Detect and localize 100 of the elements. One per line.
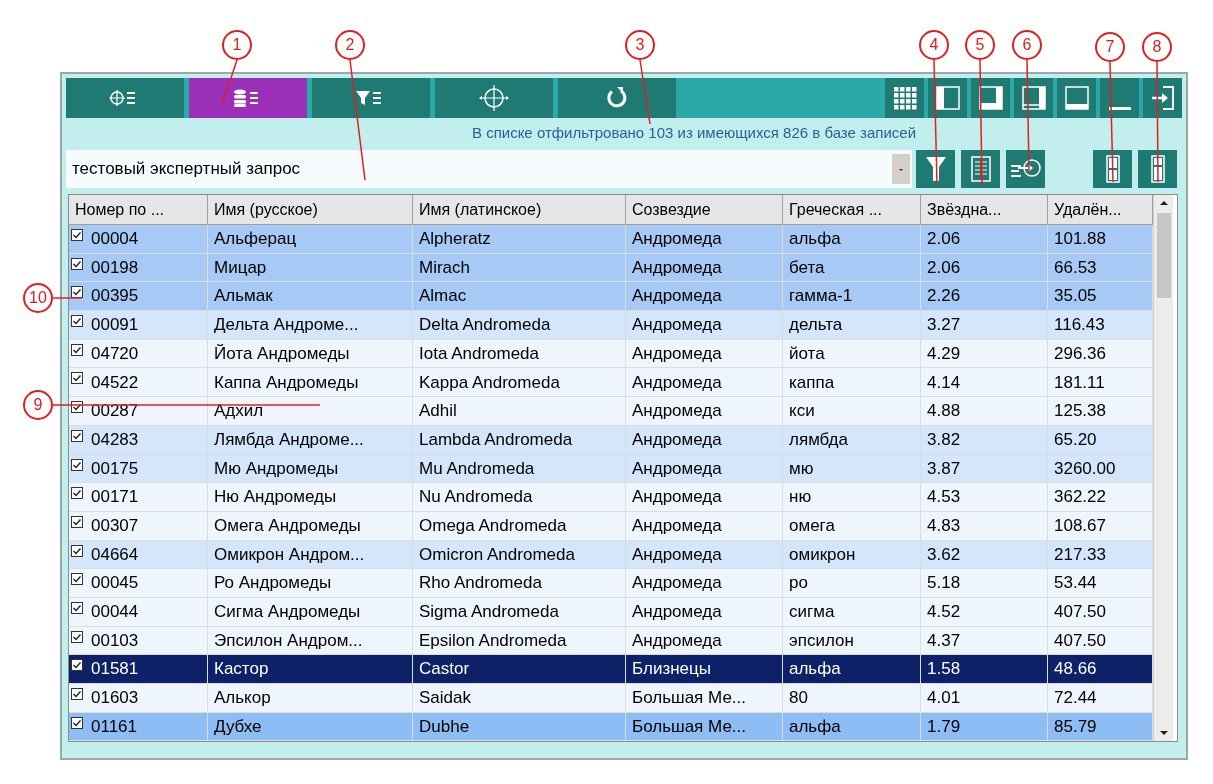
table-cell: Saidak bbox=[413, 684, 626, 713]
table-cell: Андромеда bbox=[626, 253, 783, 283]
table-cell: 4.83 bbox=[921, 511, 1048, 541]
table-cell: 00004 bbox=[69, 225, 208, 254]
table-cell: Андромеда bbox=[626, 368, 783, 398]
table-cell: Андромеда bbox=[626, 311, 783, 340]
table-cell: Альферац bbox=[208, 225, 413, 254]
checkbox[interactable] bbox=[71, 487, 83, 500]
grid-icon bbox=[892, 86, 917, 110]
checkbox[interactable] bbox=[71, 257, 83, 270]
view-button[interactable] bbox=[928, 78, 967, 118]
checkbox[interactable] bbox=[71, 515, 83, 528]
checkbox[interactable] bbox=[71, 401, 83, 414]
checkbox[interactable] bbox=[71, 343, 83, 356]
toolbar-tab[interactable] bbox=[66, 78, 184, 118]
table-cell: 3.87 bbox=[921, 454, 1048, 484]
table-cell: омикрон bbox=[783, 540, 921, 570]
table-cell: 2.06 bbox=[921, 253, 1048, 283]
toolbar-tab[interactable] bbox=[189, 78, 307, 118]
scrollbar[interactable] bbox=[1153, 195, 1173, 742]
tool-button[interactable] bbox=[1093, 150, 1132, 188]
tool-button[interactable] bbox=[961, 150, 1000, 188]
table-cell: 04720 bbox=[69, 339, 208, 369]
table-cell: 01161 bbox=[69, 712, 208, 742]
table-cell: 00287 bbox=[69, 397, 208, 426]
table-cell: Омега Андромеды bbox=[208, 511, 413, 541]
table-cell: 04522 bbox=[69, 368, 208, 398]
table-cell: 3260.00 bbox=[1048, 454, 1153, 484]
checkbox[interactable] bbox=[71, 544, 83, 557]
table-cell: 101.88 bbox=[1048, 225, 1153, 254]
toolbar-tab[interactable] bbox=[435, 78, 553, 118]
callout-marker: 6 bbox=[1012, 30, 1042, 60]
table-cell: 53.44 bbox=[1048, 569, 1153, 598]
table-cell: лямбда bbox=[783, 425, 921, 455]
column-header[interactable]: Греческая ... bbox=[783, 195, 921, 224]
table-cell: 00045 bbox=[69, 569, 208, 598]
leader-line bbox=[52, 297, 83, 299]
leader-line bbox=[221, 59, 238, 106]
checkbox[interactable] bbox=[71, 630, 83, 643]
table-cell: Kappa Andromeda bbox=[413, 368, 626, 398]
table-cell: дельта bbox=[783, 311, 921, 340]
table-cell: 296.36 bbox=[1048, 339, 1153, 369]
checkbox[interactable] bbox=[71, 315, 83, 328]
checkbox[interactable] bbox=[71, 429, 83, 442]
table-cell: 65.20 bbox=[1048, 425, 1153, 455]
checkbox[interactable] bbox=[71, 372, 83, 385]
checkbox[interactable] bbox=[71, 229, 83, 241]
view-button[interactable] bbox=[971, 78, 1010, 118]
table-cell: Андромеда bbox=[626, 483, 783, 512]
table-cell: Андромеда bbox=[626, 339, 783, 369]
view-button[interactable] bbox=[1100, 78, 1139, 118]
checkbox[interactable] bbox=[71, 688, 83, 700]
table-cell: омега bbox=[783, 511, 921, 541]
list-icon bbox=[969, 156, 992, 182]
table-cell: Dubhe bbox=[413, 712, 626, 742]
column-header[interactable]: Звёздна... bbox=[921, 195, 1048, 224]
table-cell: йота bbox=[783, 339, 921, 369]
table-cell: Андромеда bbox=[626, 397, 783, 426]
table-cell: 217.33 bbox=[1048, 540, 1153, 570]
view-button[interactable] bbox=[1143, 78, 1182, 118]
table-cell: Андромеда bbox=[626, 425, 783, 455]
column-header[interactable]: Созвездие bbox=[626, 195, 783, 224]
left-panel-icon bbox=[933, 84, 962, 112]
table-cell: Дельта Андроме... bbox=[208, 311, 413, 340]
scroll-thumb[interactable] bbox=[1156, 213, 1171, 298]
checkbox[interactable] bbox=[71, 659, 83, 672]
view-button[interactable] bbox=[885, 78, 924, 118]
table-cell: 5.18 bbox=[921, 569, 1048, 598]
table-cell: 00044 bbox=[69, 597, 208, 627]
table-cell: альфа bbox=[783, 655, 921, 684]
table-cell: Sigma Andromeda bbox=[413, 597, 626, 627]
view-button[interactable] bbox=[1014, 78, 1053, 118]
table-cell: 00091 bbox=[69, 311, 208, 340]
checkbox[interactable] bbox=[71, 716, 83, 729]
table-cell: 01603 bbox=[69, 684, 208, 713]
toolbar-tab[interactable] bbox=[558, 78, 676, 118]
callout-marker: 5 bbox=[965, 30, 995, 60]
checkbox[interactable] bbox=[71, 601, 83, 614]
checkbox[interactable] bbox=[71, 458, 83, 471]
view-button[interactable] bbox=[1057, 78, 1096, 118]
tool-button[interactable] bbox=[916, 150, 955, 188]
table-cell: 362.22 bbox=[1048, 483, 1153, 512]
checkbox[interactable] bbox=[71, 286, 83, 299]
table-cell: Лямбда Андроме... bbox=[208, 425, 413, 455]
table-cell: 2.06 bbox=[921, 225, 1048, 254]
tool-button[interactable] bbox=[1006, 150, 1045, 188]
column-header[interactable]: Имя (русское) bbox=[208, 195, 413, 224]
table-cell: Андромеда bbox=[626, 569, 783, 598]
table-cell: Alpheratz bbox=[413, 225, 626, 254]
checkbox[interactable] bbox=[71, 573, 83, 586]
table-cell: 4.53 bbox=[921, 483, 1048, 512]
column-header[interactable]: Имя (латинское) bbox=[413, 195, 626, 224]
table-cell: 1.58 bbox=[921, 655, 1048, 684]
table-cell: 3.82 bbox=[921, 425, 1048, 455]
query-field[interactable]: тестовый экспертный запрос bbox=[66, 150, 912, 188]
toolbar-tab[interactable] bbox=[312, 78, 430, 118]
tool-button[interactable] bbox=[1138, 150, 1177, 188]
column-header[interactable]: Номер по ... bbox=[69, 195, 208, 224]
table-cell: 00103 bbox=[69, 626, 208, 656]
table-cell: 116.43 bbox=[1048, 311, 1153, 340]
